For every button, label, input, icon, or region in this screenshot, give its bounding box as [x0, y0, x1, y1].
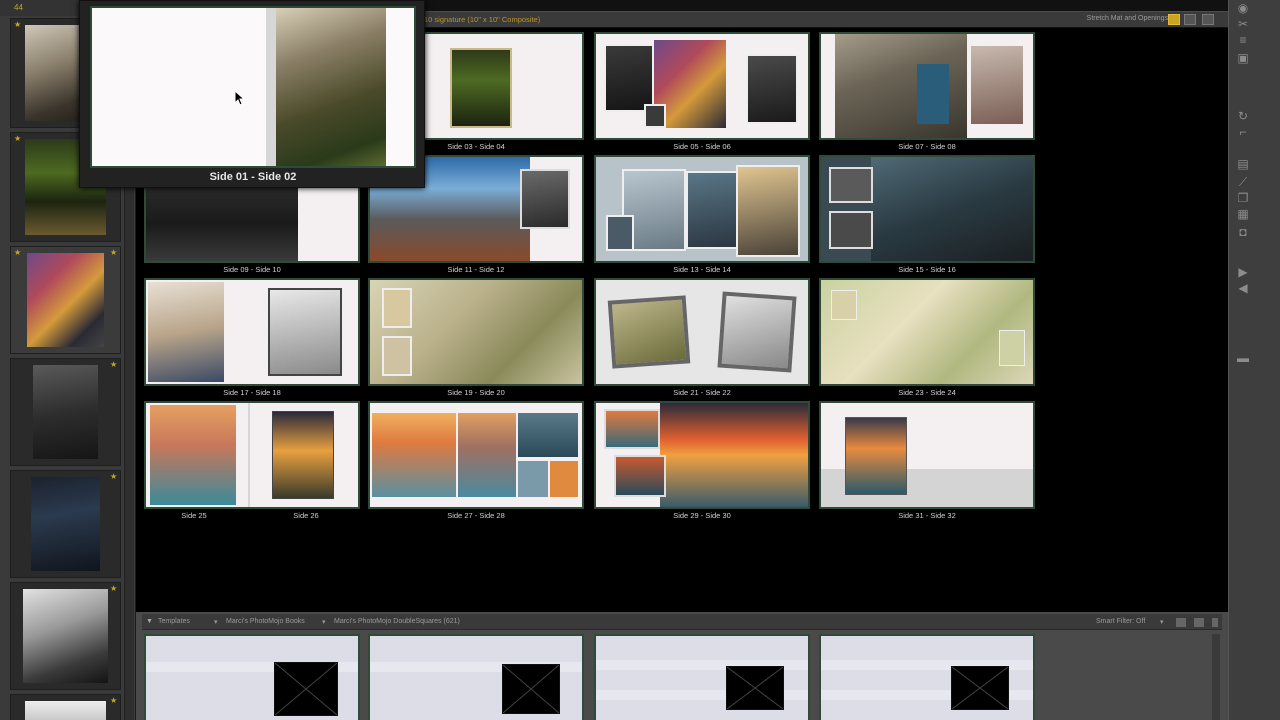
tool-panel: ◉ ✂ ≡ ▣ ↻ ⌐ ▤ ⟋ ❐ ▦ ◘ ▶ ◀ ▬ [1228, 0, 1280, 720]
album-spread[interactable] [368, 401, 584, 509]
spread-label: Side 21 - Side 22 [673, 388, 731, 397]
spread-label: Side 15 - Side 16 [898, 265, 956, 274]
play-icon[interactable]: ▶ [1236, 266, 1250, 278]
spread-label: Side 27 - Side 28 [447, 511, 505, 520]
album-spread[interactable] [594, 32, 810, 140]
album-spread[interactable] [144, 401, 360, 509]
spread-label-left: Side 25 [181, 511, 207, 520]
stack-icon[interactable]: ≡ [1236, 34, 1250, 46]
templates-header: ▼ Templates ▾ Marci's PhotoMojo Books ▾ … [142, 614, 1222, 630]
star-icon: ★ [110, 360, 118, 369]
filmstrip-thumbnail[interactable]: ★ [10, 470, 121, 578]
filter-dropdown-icon[interactable]: ▾ [1160, 618, 1164, 626]
template-action-icon[interactable] [1194, 618, 1204, 627]
crop-icon[interactable]: ⌐ [1236, 126, 1250, 138]
album-spread[interactable] [368, 278, 584, 386]
templates-tab[interactable]: Templates [158, 618, 190, 625]
brush-icon[interactable]: ⟋ [1236, 176, 1250, 188]
stretch-mat-option[interactable]: Stretch Mat and Openings [1087, 15, 1168, 22]
spread-preview [90, 6, 416, 168]
template-action-icon[interactable] [1212, 618, 1218, 627]
breadcrumb-doublesquares[interactable]: Marci's PhotoMojo DoubleSquares (621) [334, 618, 460, 625]
eye-icon[interactable]: ◉ [1236, 2, 1250, 14]
star-icon: ★ [110, 248, 118, 257]
template-thumbnail[interactable] [819, 634, 1035, 720]
spread-label: Side 13 - Side 14 [673, 265, 731, 274]
template-thumbnail[interactable] [368, 634, 584, 720]
dropdown-arrow-icon[interactable]: ▾ [322, 618, 326, 626]
copy-icon[interactable]: ❐ [1236, 192, 1250, 204]
spread-label: Side 11 - Side 12 [447, 265, 505, 274]
star-icon: ★ [110, 472, 118, 481]
album-spread[interactable] [594, 278, 810, 386]
spread-label: Side 07 - Side 08 [898, 142, 956, 151]
star-icon: ★ [110, 696, 118, 705]
star-icon: ★ [110, 584, 118, 593]
mouse-cursor-icon [234, 90, 246, 106]
template-thumbnail[interactable] [594, 634, 810, 720]
collapse-triangle-icon[interactable]: ▼ [146, 618, 153, 625]
smart-filter[interactable]: Smart Filter: Off [1096, 618, 1145, 625]
album-spread[interactable] [594, 155, 810, 263]
album-spread[interactable] [819, 401, 1035, 509]
scissors-icon[interactable]: ✂ [1236, 18, 1250, 30]
spread-label: Side 29 - Side 30 [673, 511, 731, 520]
grid-view-button[interactable] [1168, 14, 1180, 25]
template-action-icon[interactable] [1176, 618, 1186, 627]
spread-label: Side 31 - Side 32 [898, 511, 956, 520]
album-spread[interactable] [144, 278, 360, 386]
filmstrip-thumbnail[interactable]: ★ [10, 358, 121, 466]
star-icon: ★ [14, 134, 22, 143]
stamp-icon[interactable]: ▣ [1236, 52, 1250, 64]
album-spread[interactable] [819, 278, 1035, 386]
dropdown-arrow-icon[interactable]: ▾ [214, 618, 218, 626]
preview-label: Side 01 - Side 02 [209, 171, 297, 183]
spread-label: Side 09 - Side 10 [223, 265, 281, 274]
album-spread[interactable] [819, 32, 1035, 140]
camera-icon[interactable]: ◘ [1236, 226, 1250, 238]
text-icon[interactable]: ▦ [1236, 208, 1250, 220]
spread-label: Side 23 - Side 24 [898, 388, 956, 397]
album-spread[interactable] [819, 155, 1035, 263]
star-icon: ★ [14, 20, 22, 29]
spread-label-right: Side 26 [293, 511, 319, 520]
album-spread[interactable] [594, 401, 810, 509]
album-title: 10 signature (10" x 10" Composite) [424, 15, 541, 24]
star-icon: ★ [14, 248, 22, 257]
breadcrumb-books[interactable]: Marci's PhotoMojo Books [226, 618, 305, 625]
filmstrip-icon[interactable]: ▬ [1236, 352, 1250, 364]
spread-preview-popup: Side 01 - Side 02 [79, 0, 425, 188]
spread-view-button[interactable] [1184, 14, 1196, 25]
app-window: 44 ★ ★ ★ ★ ★ ★ ★ ★ 10 signature (10" x 1… [0, 0, 1280, 720]
back-icon[interactable]: ◀ [1236, 282, 1250, 294]
spread-label: Side 05 - Side 06 [673, 142, 731, 151]
single-view-button[interactable] [1202, 14, 1214, 25]
spread-label: Side 19 - Side 20 [447, 388, 505, 397]
filmstrip-thumbnail[interactable]: ★ [10, 582, 121, 690]
templates-scrollbar[interactable] [1212, 634, 1220, 720]
templates-panel: ▼ Templates ▾ Marci's PhotoMojo Books ▾ … [136, 612, 1228, 720]
filmstrip-thumbnail[interactable]: ★ [10, 694, 121, 720]
spread-label: Side 17 - Side 18 [223, 388, 281, 397]
template-thumbnail[interactable] [144, 634, 360, 720]
filmstrip-thumbnail[interactable]: ★ ★ [10, 246, 121, 354]
layout-icon[interactable]: ▤ [1236, 158, 1250, 170]
rotate-icon[interactable]: ↻ [1236, 110, 1250, 122]
image-count: 44 [14, 3, 23, 12]
